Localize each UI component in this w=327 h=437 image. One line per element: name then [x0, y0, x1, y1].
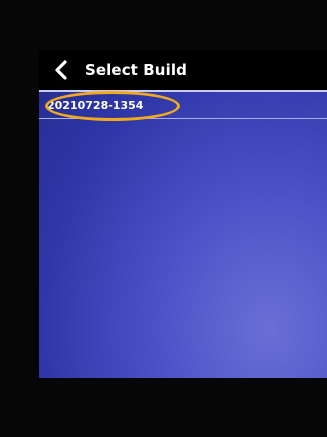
title-bar: Select Build	[39, 50, 327, 90]
device-bezel: Select Build 20210728-1354	[0, 0, 327, 437]
build-list-item[interactable]: 20210728-1354	[39, 92, 327, 119]
device-screen: Select Build 20210728-1354	[39, 50, 327, 378]
page-title: Select Build	[85, 61, 187, 79]
build-list: 20210728-1354	[39, 92, 327, 119]
chevron-left-icon	[55, 60, 67, 80]
back-button[interactable]	[49, 58, 73, 82]
build-label: 20210728-1354	[47, 98, 144, 112]
